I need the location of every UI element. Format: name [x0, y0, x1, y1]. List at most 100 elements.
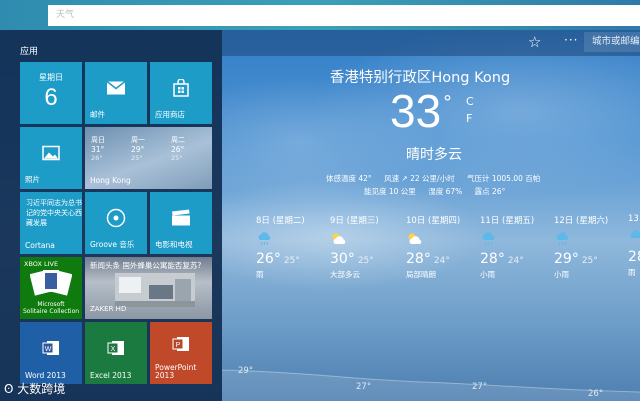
forecast-date: 8日 (星期二)	[256, 216, 305, 226]
powerpoint-tile[interactable]: P PowerPoint 2013	[150, 322, 212, 384]
xbox-live-badge: XBOX LIVE	[24, 260, 59, 268]
cortana-label: Cortana	[25, 241, 55, 250]
weather-title-bar: 天气	[48, 5, 640, 26]
solitaire-tile[interactable]: XBOX LIVE Microsoft Solitaire Collection	[20, 257, 82, 319]
svg-text:P: P	[176, 342, 181, 349]
cloud-rain-icon	[556, 232, 569, 246]
more-options-icon[interactable]: ···	[564, 33, 578, 47]
feels-like: 体感温度 42°	[326, 174, 372, 183]
forecast-condition: 雨	[628, 268, 636, 277]
forecast-date: 11日 (星期五)	[480, 216, 535, 226]
svg-text:X: X	[111, 346, 116, 353]
forecast-high: 28°	[480, 251, 505, 267]
forecast-date: 10日 (星期四)	[406, 216, 461, 226]
word-label: Word 2013	[25, 371, 66, 380]
hk-day-low: 25°	[171, 154, 183, 162]
humidity: 湿度 67%	[428, 187, 463, 196]
current-condition: 晴时多云	[406, 147, 462, 163]
watermark-text: 大数跨境	[17, 382, 66, 396]
hk-day-low: 25°	[131, 154, 143, 162]
photos-tile[interactable]: 照片	[20, 127, 82, 189]
wind-speed: 风速 ↗ 22 公里/小时	[384, 174, 455, 183]
clapperboard-icon	[172, 209, 190, 226]
weather-live-tile[interactable]: 周日 31° 26° 周一 29° 25° 周二 26° 25° Hong Ko…	[85, 127, 212, 189]
hk-day-name: 周日	[91, 136, 105, 144]
forecast-day[interactable]: 11日 (星期五) 28° 24° 小雨	[480, 214, 554, 280]
forecast-high: 26°	[256, 251, 281, 267]
cortana-news-text: 习近平同志为总书记的党中央关心西藏发展	[26, 199, 82, 227]
calendar-date: 6	[44, 84, 58, 111]
cloud-rain-icon	[630, 230, 640, 238]
hk-day-forecast: 周日 31° 26°	[91, 135, 131, 162]
forecast-condition: 雨	[256, 270, 264, 279]
forecast-high: 30°	[330, 251, 355, 267]
current-temperature: 33	[390, 85, 442, 137]
calendar-day: 星期日	[39, 73, 63, 82]
forecast-date: 12日 (星期六)	[554, 216, 609, 226]
news-source: ZAKER HD	[90, 305, 127, 313]
favorite-star-icon[interactable]: ☆	[528, 33, 541, 51]
excel-tile[interactable]: X Excel 2013	[85, 322, 147, 384]
forecast-low: 25°	[283, 256, 300, 266]
store-label: 应用商店	[155, 110, 185, 119]
excel-label: Excel 2013	[90, 371, 132, 380]
news-headline: 新闻头条 国外蜂巢公寓能否复苏?	[90, 261, 202, 270]
forecast-day[interactable]: 13 28° 雨	[628, 214, 640, 278]
start-menu: 应用 星期日 6 邮件 应用商店 照片 周日 31° 26° 周一 29° 25…	[0, 30, 222, 401]
forecast-date: 9日 (星期三)	[330, 216, 379, 226]
forecast-low: 25°	[357, 256, 374, 266]
cloud-rain-icon	[482, 232, 495, 246]
word-icon: W	[42, 341, 59, 356]
menu-heading: 应用	[20, 47, 39, 57]
groove-music-tile[interactable]: Groove 音乐	[85, 192, 147, 254]
unit-fahrenheit-toggle[interactable]: F	[466, 112, 472, 125]
excel-icon: X	[107, 341, 124, 356]
forecast-high: 28°	[628, 249, 640, 265]
solitaire-title-line: Microsoft	[37, 301, 65, 308]
store-bag-icon	[173, 79, 189, 97]
forecast-day[interactable]: 9日 (星期三) 30° 25° 大部多云	[330, 214, 404, 280]
svg-text:W: W	[45, 346, 52, 353]
forecast-condition: 小雨	[480, 270, 495, 279]
partly-cloudy-icon	[332, 233, 346, 244]
groove-label: Groove 音乐	[90, 240, 135, 249]
word-tile[interactable]: W Word 2013	[20, 322, 82, 384]
hk-day-high: 29°	[131, 145, 145, 154]
partly-cloudy-icon	[408, 233, 422, 244]
solitaire-title: Microsoft Solitaire Collection	[20, 301, 82, 315]
hourly-label: 27°	[356, 382, 372, 392]
cloud-rain-icon	[258, 232, 271, 246]
hourly-label: 26°	[588, 389, 604, 399]
daily-forecast: 8日 (星期二) 26° 25° 雨 9日 (星期三) 30° 25° 大部多云 1…	[222, 214, 640, 294]
forecast-day[interactable]: 12日 (星期六) 29° 25° 小雨	[554, 214, 628, 280]
hk-day-low: 26°	[91, 154, 103, 162]
forecast-low: 25°	[581, 256, 598, 266]
watermark-mark-icon: ʘ	[4, 382, 14, 396]
photos-label: 照片	[25, 175, 40, 184]
unit-celsius-toggle[interactable]: C	[466, 95, 474, 108]
visibility: 能见度 10 公里	[364, 187, 416, 196]
degree-symbol: °	[443, 92, 452, 113]
forecast-condition: 小雨	[554, 270, 569, 279]
forecast-day[interactable]: 10日 (星期四) 28° 24° 局部晴朗	[406, 214, 480, 280]
cortana-tile[interactable]: 习近平同志为总书记的党中央关心西藏发展 Cortana	[20, 192, 82, 254]
movies-tv-tile[interactable]: 电影和电视	[150, 192, 212, 254]
movies-label: 电影和电视	[155, 240, 193, 249]
store-tile[interactable]: 应用商店	[150, 62, 212, 124]
mail-label: 邮件	[90, 110, 105, 119]
city-search-input[interactable]: 城市或邮编	[584, 32, 640, 52]
mail-tile[interactable]: 邮件	[85, 62, 147, 124]
hourly-label: 27°	[472, 382, 488, 392]
hk-day-high: 26°	[171, 145, 185, 154]
solitaire-title-line: Solitaire Collection	[22, 308, 80, 315]
forecast-low: 24°	[433, 256, 450, 266]
pressure: 气压计 1005.00 百帕	[466, 174, 541, 183]
hk-day-high: 31°	[91, 145, 105, 154]
forecast-low: 24°	[507, 256, 524, 266]
dew-point: 露点 26°	[474, 187, 506, 196]
powerpoint-icon: P	[172, 337, 189, 352]
forecast-day[interactable]: 8日 (星期二) 26° 25° 雨	[256, 214, 330, 280]
calendar-tile[interactable]: 星期日 6	[20, 62, 82, 124]
watermark-logo: ʘ 大数跨境	[4, 380, 65, 397]
news-tile[interactable]: 新闻头条 国外蜂巢公寓能否复苏? ZAKER HD	[85, 257, 212, 319]
